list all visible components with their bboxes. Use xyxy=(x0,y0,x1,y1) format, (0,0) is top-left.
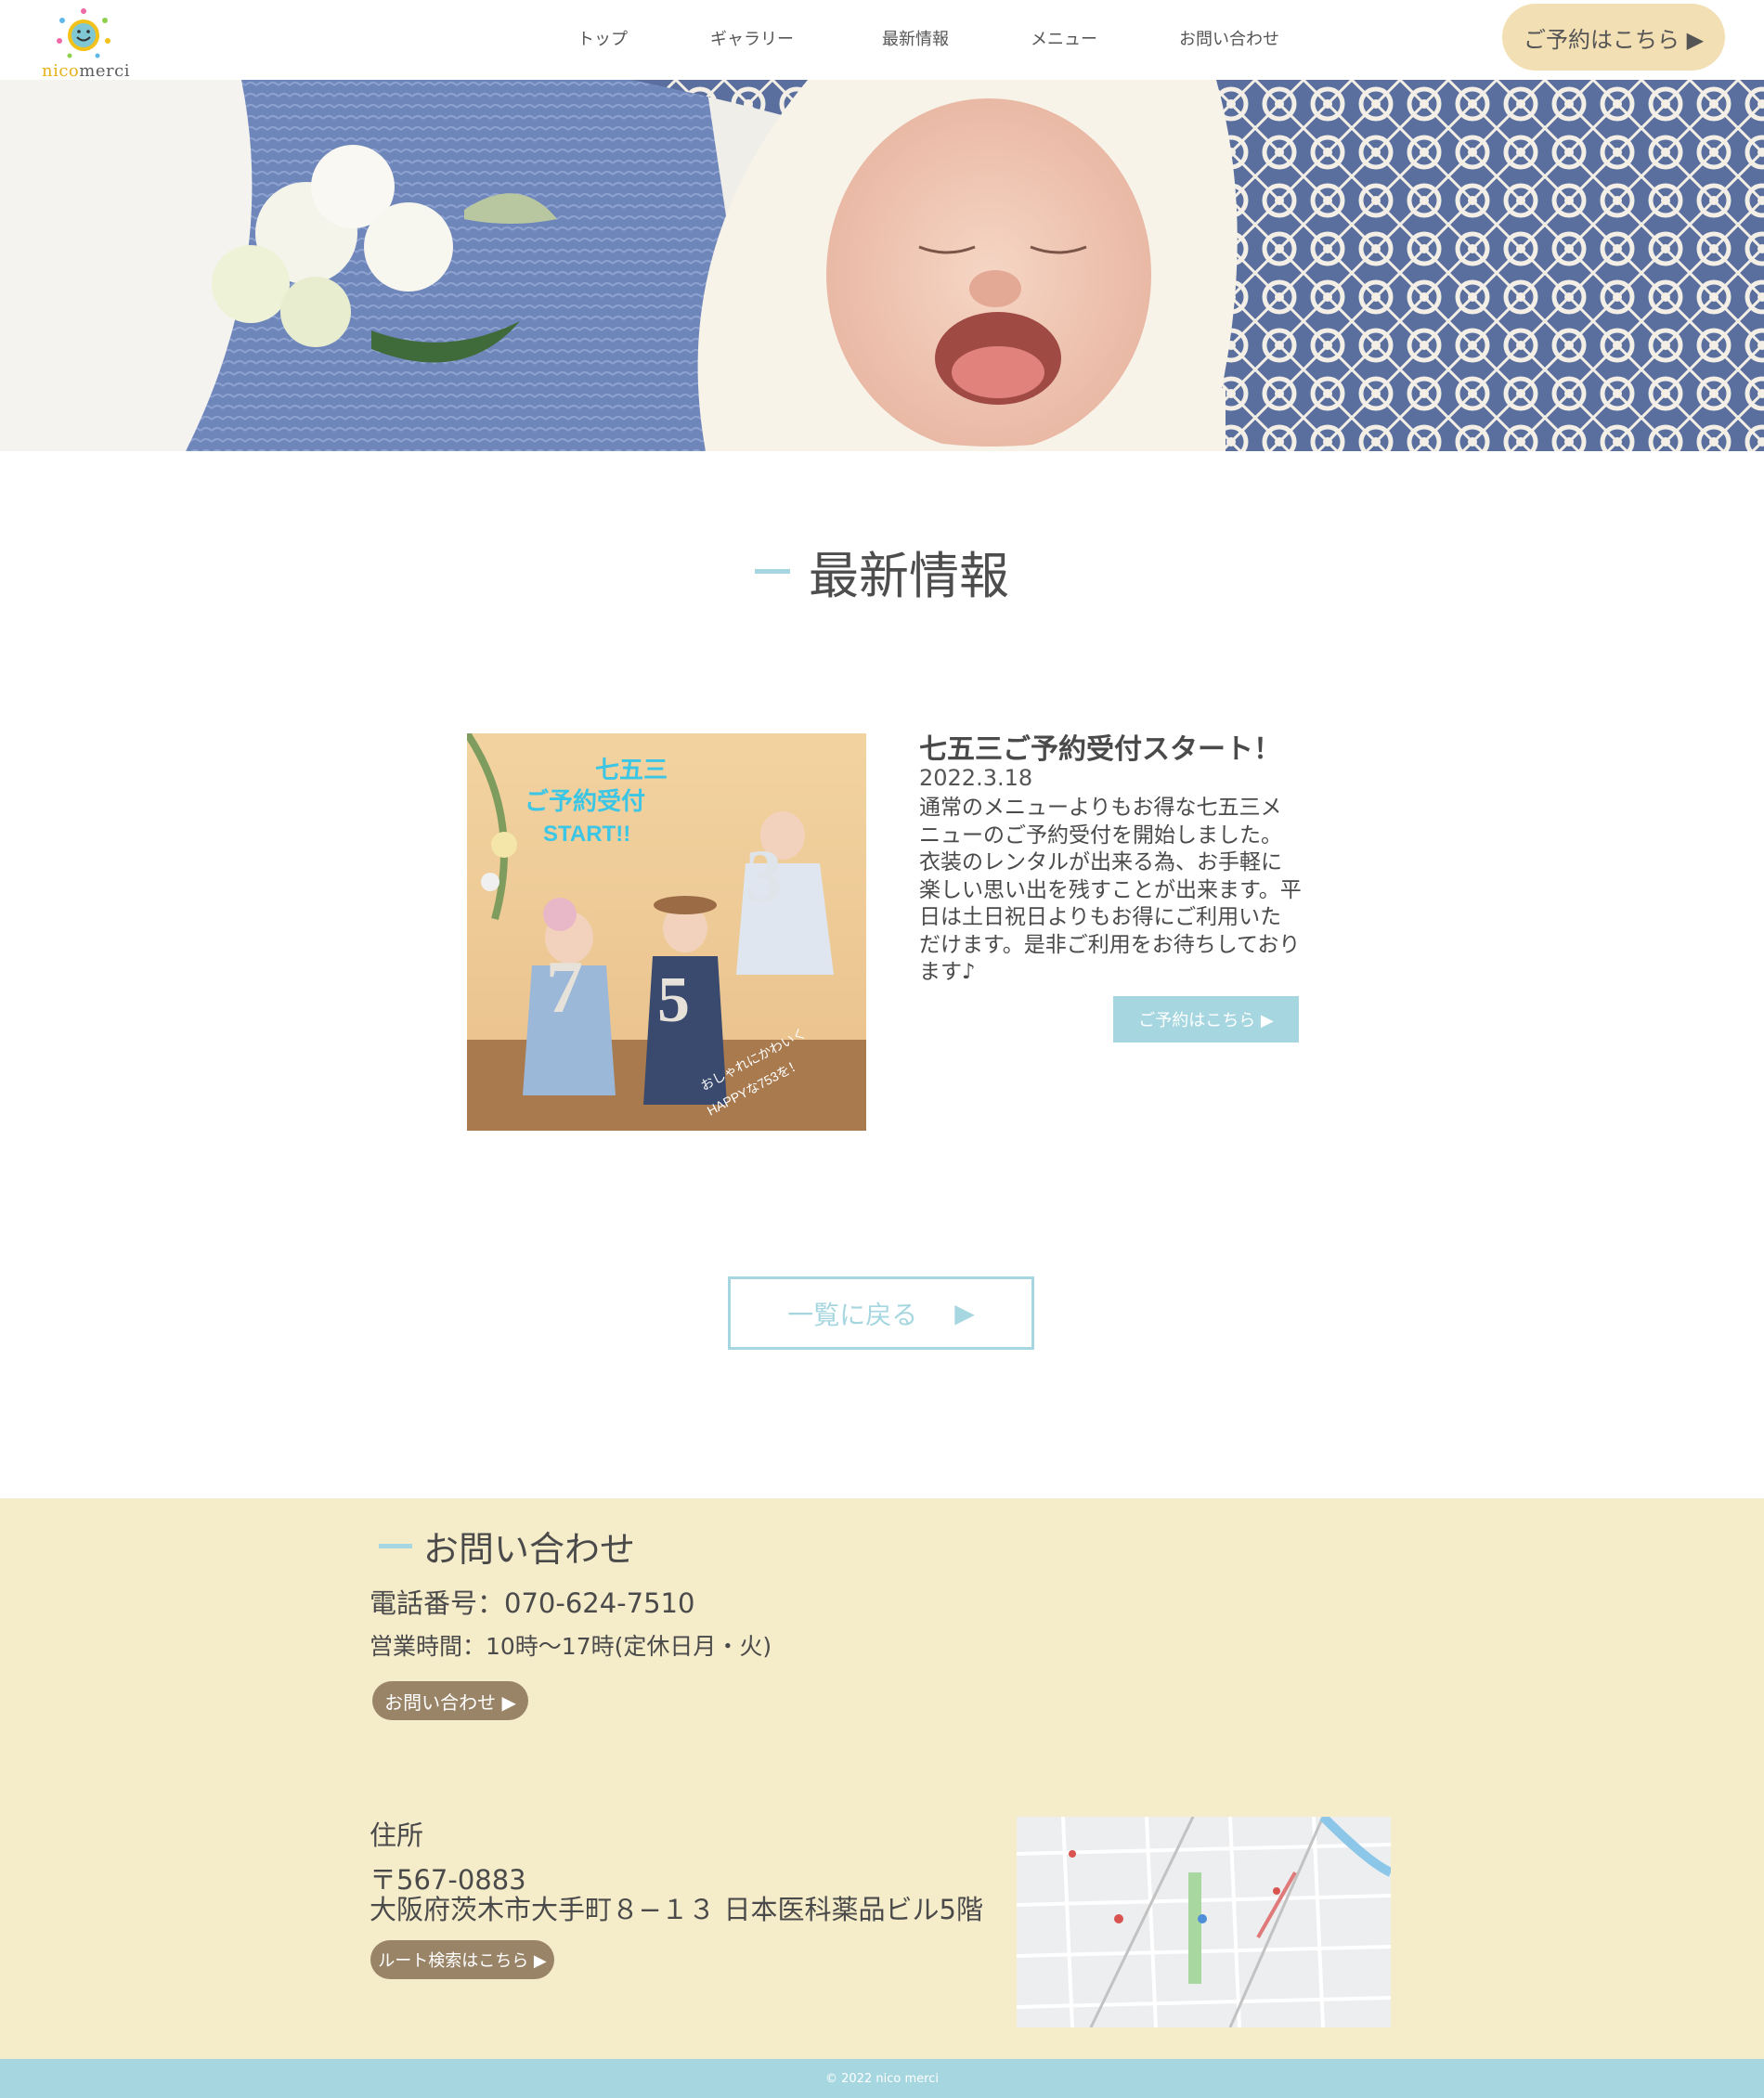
footer: © 2022 nico merci xyxy=(0,2059,1764,2098)
nav-item-news[interactable]: 最新情報 xyxy=(882,26,949,50)
numeral-seven: 7 xyxy=(546,947,583,1029)
image-caption-1: 七五三 xyxy=(595,756,668,784)
numeral-five: 5 xyxy=(657,965,690,1036)
news-date: 2022.3.18 xyxy=(919,765,1033,791)
nav-item-contact[interactable]: お問い合わせ xyxy=(1179,26,1279,50)
map-embed[interactable] xyxy=(1017,1817,1391,2027)
news-body: 通常のメニューよりもお得な七五三メニューのご予約受付を開始しました。衣装のレンタ… xyxy=(919,796,1302,984)
copyright: © 2022 nico merci xyxy=(825,2071,939,2086)
nav-item-gallery[interactable]: ギャラリー xyxy=(710,26,794,50)
nav-item-top[interactable]: トップ xyxy=(577,26,628,50)
logo-text: nicomerci xyxy=(42,61,130,81)
news-title: 七五三ご予約受付スタート！ xyxy=(919,733,1281,766)
back-to-list-button[interactable]: 一覧に戻る ▶ xyxy=(728,1276,1034,1350)
contact-section: お問い合わせ 電話番号：070-624-7510 営業時間：10時～17時(定休… xyxy=(0,1498,1764,2059)
address-label: 住所 xyxy=(370,1820,424,1851)
hero-image xyxy=(0,80,1764,451)
image-caption-2: ご予約受付 xyxy=(525,787,645,815)
contact-title: お問い合わせ xyxy=(423,1529,636,1570)
news-reserve-button[interactable]: ご予約はこちら ▶ xyxy=(1113,996,1299,1043)
page-title: 最新情報 xyxy=(809,547,1009,605)
main-nav: トップ ギャラリー 最新情報 メニュー お問い合わせ xyxy=(0,26,1764,52)
numeral-three: 3 xyxy=(746,835,783,917)
contact-heading: お問い合わせ xyxy=(379,1521,635,1572)
site-header: nicomerci トップ ギャラリー 最新情報 メニュー お問い合わせ ご予約… xyxy=(0,0,1764,81)
nav-item-menu[interactable]: メニュー xyxy=(1031,26,1097,50)
news-image: 七五三 ご予約受付 START!! 3 7 5 おしゃれにかわいく HAPPYな… xyxy=(467,733,866,1131)
section-title: 最新情報 xyxy=(0,535,1764,608)
play-arrow-icon: ▶ xyxy=(954,1298,975,1328)
back-to-list-label: 一覧に戻る xyxy=(787,1299,918,1330)
image-caption-3: START!! xyxy=(543,822,630,847)
phone-number: 電話番号：070-624-7510 xyxy=(370,1587,695,1619)
business-hours: 営業時間：10時～17時(定休日月・火) xyxy=(370,1633,772,1660)
contact-button[interactable]: お問い合わせ ▶ xyxy=(372,1681,528,1720)
reserve-button[interactable]: ご予約はこちら ▶ xyxy=(1502,4,1725,71)
contact-title-dash xyxy=(379,1544,412,1548)
route-search-button[interactable]: ルート検索はこちら ▶ xyxy=(370,1940,554,1979)
address: 大阪府茨木市大手町８−１３ 日本医科薬品ビル5階 xyxy=(370,1894,983,1925)
title-dash xyxy=(755,569,790,574)
